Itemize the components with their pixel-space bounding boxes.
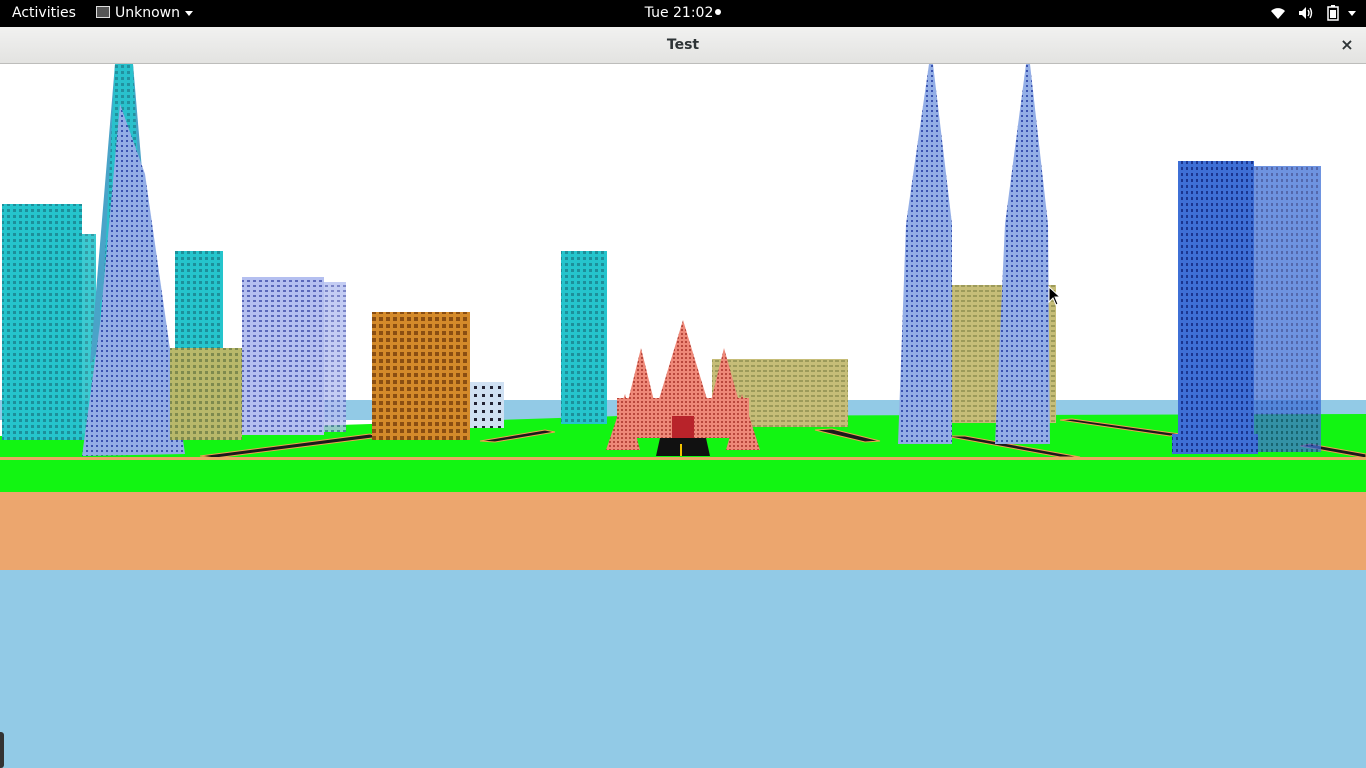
- window-titlebar[interactable]: Test ×: [0, 27, 1366, 64]
- dash-edge-handle[interactable]: [0, 732, 4, 768]
- building-orange: [372, 312, 470, 440]
- wifi-icon: [1270, 8, 1285, 19]
- volume-icon: [1299, 7, 1313, 19]
- window-title: Test: [666, 37, 700, 53]
- water: [0, 570, 1366, 768]
- building-cyan-left: [2, 204, 96, 440]
- render-viewport[interactable]: [0, 64, 1366, 768]
- clock-label: Tue 21:02: [644, 5, 714, 21]
- mouse-pointer-icon: [1048, 286, 1062, 306]
- building-olive: [170, 348, 242, 440]
- building-cyan-small: [175, 251, 223, 361]
- building-small-white: [470, 382, 504, 428]
- close-button[interactable]: ×: [1338, 36, 1356, 54]
- grass-edge: [0, 460, 1366, 492]
- building-cyan-center: [561, 251, 607, 424]
- system-menu-caret-icon: [1348, 10, 1356, 16]
- notification-dot-icon: [715, 9, 722, 15]
- building-lavender: [242, 277, 346, 435]
- building-blue-right: [1172, 161, 1321, 454]
- system-tray[interactable]: [1262, 0, 1356, 27]
- clock[interactable]: Tue 21:02: [0, 0, 1366, 27]
- sand-band: [0, 492, 1366, 570]
- city-scene: [0, 64, 1366, 768]
- battery-icon: [1326, 5, 1339, 21]
- top-bar: Activities Unknown Tue 21:02: [0, 0, 1366, 27]
